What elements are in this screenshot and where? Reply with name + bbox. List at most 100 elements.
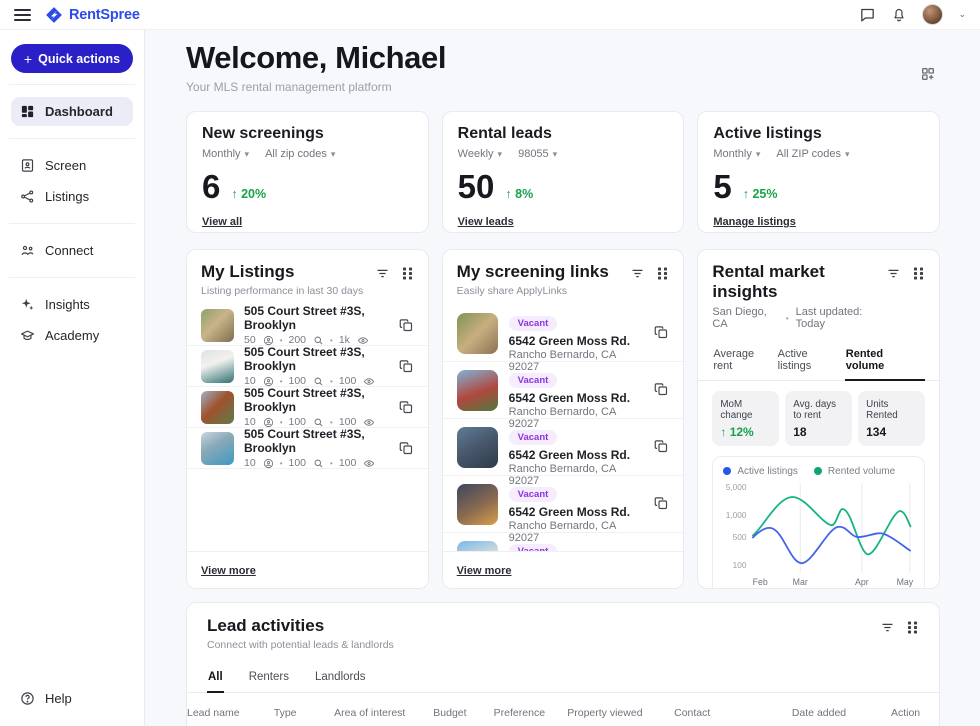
card-title: My screening links [457,262,609,282]
stat-card-title: Active listings [713,125,924,143]
series-rented-volume-line [753,497,911,554]
card-subtitle: Easily share ApplyLinks [457,285,609,297]
rentspree-logo-icon [45,6,63,24]
plus-icon: + [24,52,32,66]
quick-actions-button[interactable]: + Quick actions [11,44,133,73]
tab-landlords[interactable]: Landlords [314,667,367,692]
stat-card-link[interactable]: View leads [458,216,514,228]
zip-filter-dropdown[interactable]: All zip codes [265,148,335,160]
divider [9,138,135,139]
screening-link-row[interactable]: Vacant 6542 Green Moss Rd. Rancho Bernar… [443,419,684,476]
sidebar-item-listings[interactable]: Listings [11,182,133,211]
filter-icon[interactable] [375,266,390,281]
stat-card-title: Rental leads [458,125,669,143]
property-thumbnail [201,309,234,342]
copy-applylink-icon[interactable] [654,382,669,397]
lead-table-header: Lead name Type Area of interest Budget P… [187,693,939,726]
card-subtitle: Listing performance in last 30 days [201,285,363,297]
customize-widgets-icon[interactable] [920,66,936,82]
copy-link-icon[interactable] [399,359,414,374]
sidebar-item-academy[interactable]: Academy [11,321,133,350]
legend-rented-volume: Rented volume [814,466,895,477]
drag-handle-icon[interactable] [906,620,919,635]
insights-chart: Active listings Rented volume 5,000 1,00… [712,456,925,589]
stat-card: Active listings Monthly All ZIP codes 5 … [697,111,940,233]
screening-link-row[interactable]: Vacant 6542 Green Moss Rd. Rancho Bernar… [443,362,684,419]
sidebar-item-insights[interactable]: Insights [11,290,133,319]
period-filter-dropdown[interactable]: Monthly [713,148,760,160]
filter-icon[interactable] [886,266,901,281]
filter-icon[interactable] [880,620,895,635]
copy-applylink-icon[interactable] [654,496,669,511]
period-filter-dropdown[interactable]: Weekly [458,148,502,160]
stat-card: Rental leads Weekly 98055 50 8% View lea… [442,111,685,233]
brand-logo[interactable]: RentSpree [45,6,140,24]
view-more-link[interactable]: View more [201,565,256,577]
tab-active-listings[interactable]: Active listings [777,342,845,380]
stat-cards-row: New screenings Monthly All zip codes 6 2… [186,111,940,233]
listing-address: 505 Court Street #3S, Brooklyn [244,305,389,332]
drag-handle-icon[interactable] [656,266,669,281]
copy-link-icon[interactable] [399,318,414,333]
tab-rented-volume[interactable]: Rented volume [845,342,925,381]
property-address: 6542 Green Moss Rd. [509,391,644,405]
screening-link-row[interactable]: Vacant 6542 Green Moss Rd. Rancho Bernar… [443,305,684,362]
trend-up-badge: 25% [743,187,778,201]
account-chevron-down-icon[interactable]: ⌄ [958,9,966,20]
help-label: Help [45,691,72,706]
listing-row[interactable]: 505 Court Street #3S, Brooklyn 10 100 10… [187,346,428,387]
academy-icon [20,328,35,343]
stat-box-units-rented: Units Rented 134 [858,391,925,446]
card-title: Lead activities [207,616,394,636]
listing-row[interactable]: 505 Court Street #3S, Brooklyn 10 100 10… [187,428,428,469]
stat-card: New screenings Monthly All zip codes 6 2… [186,111,429,233]
views-eye-icon [362,376,375,387]
dot-separator [786,312,789,324]
property-thumbnail [201,350,234,383]
copy-applylink-icon[interactable] [654,325,669,340]
column-header: Lead name [187,707,274,719]
property-thumbnail [201,432,234,465]
view-more-link[interactable]: View more [457,565,512,577]
tab-all[interactable]: All [207,667,224,693]
tab-renters[interactable]: Renters [248,667,290,692]
zip-filter-dropdown[interactable]: All ZIP codes [776,148,849,160]
topbar: RentSpree ⌄ [0,0,980,30]
drag-handle-icon[interactable] [912,266,925,281]
vacancy-status-badge: Vacant [509,487,558,502]
tab-average-rent[interactable]: Average rent [712,342,776,380]
svg-text:5,000: 5,000 [726,482,747,492]
line-chart: 5,000 1,000 500 100 Feb Mar Apr May [723,477,914,589]
sidebar-item-help[interactable]: Help [11,684,133,713]
period-filter-dropdown[interactable]: Monthly [202,148,249,160]
sidebar-item-screen[interactable]: Screen [11,151,133,180]
svg-text:500: 500 [733,532,747,542]
zip-filter-dropdown[interactable]: 98055 [518,148,557,160]
my-listings-card: My Listings Listing performance in last … [186,249,429,589]
messages-icon[interactable] [859,6,876,23]
insights-location: San Diego, CA [712,306,779,330]
notifications-icon[interactable] [891,6,907,23]
listing-row[interactable]: 505 Court Street #3S, Brooklyn 50 200 1k [187,305,428,346]
menu-icon[interactable] [14,9,31,21]
copy-link-icon[interactable] [399,400,414,415]
card-title: My Listings [201,262,363,282]
screening-link-row[interactable]: Vacant 6542 Green Moss Rd. Rancho Bernar… [443,476,684,533]
user-avatar[interactable] [922,4,943,25]
svg-text:1,000: 1,000 [726,510,747,520]
quick-actions-label: Quick actions [38,52,120,66]
filter-icon[interactable] [630,266,645,281]
page-subtitle: Your MLS rental management platform [186,80,940,94]
sidebar-item-connect[interactable]: Connect [11,236,133,265]
stat-card-link[interactable]: View all [202,216,242,228]
units-rented-value: 134 [866,425,917,439]
sidebar-item-dashboard[interactable]: Dashboard [11,97,133,126]
copy-link-icon[interactable] [399,441,414,456]
stat-card-link[interactable]: Manage listings [713,216,796,228]
drag-handle-icon[interactable] [401,266,414,281]
listing-row[interactable]: 505 Court Street #3S, Brooklyn 10 100 10… [187,387,428,428]
sidebar-item-label: Listings [45,189,89,204]
help-icon [20,691,35,706]
listing-address: 505 Court Street #3S, Brooklyn [244,386,389,414]
copy-applylink-icon[interactable] [654,439,669,454]
